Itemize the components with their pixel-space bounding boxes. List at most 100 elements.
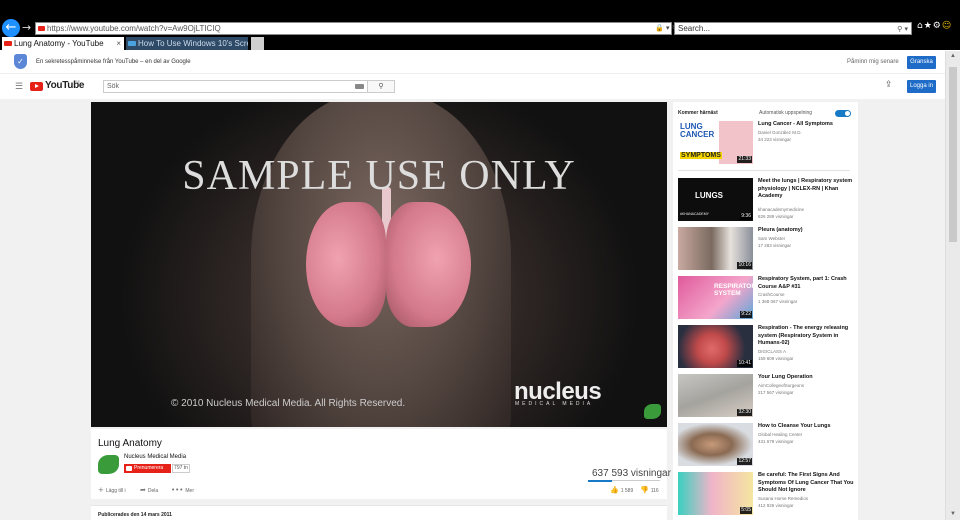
video-title[interactable]: Be careful: The First Signs And Symptoms… <box>758 472 854 495</box>
video-title: Lung Anatomy <box>98 438 162 449</box>
address-bar[interactable]: https://www.youtube.com/watch?v=Aw9OjLTI… <box>35 22 672 35</box>
search-button[interactable]: ⚲ <box>367 80 395 93</box>
suggested-video[interactable]: 12:57 How to Cleanse Your Lungs Global H… <box>678 423 854 468</box>
channel-name[interactable]: Nucleus Medical Media <box>124 454 186 460</box>
tab-youtube[interactable]: Lung Anatomy - YouTube × <box>2 37 124 50</box>
smiley-icon[interactable]: ☺ <box>942 21 952 31</box>
video-thumbnail[interactable]: 12:57 <box>678 423 753 466</box>
share-button[interactable]: ➦ Dela <box>140 486 158 494</box>
video-thumbnail[interactable]: 10:41 <box>678 325 753 368</box>
scrollbar[interactable]: ▲ ▼ <box>945 51 960 520</box>
search-icon[interactable]: ⚲ ▾ <box>897 23 908 35</box>
add-to-label: Lägg till i <box>105 488 126 494</box>
upload-icon[interactable]: ⇪ <box>885 80 893 90</box>
suggested-video[interactable]: 10:16 Pleura (anatomy) Sam Webster 17 28… <box>678 227 854 272</box>
video-title[interactable]: How to Cleanse Your Lungs <box>758 423 854 431</box>
up-next-heading: Kommer härnäst <box>678 110 718 116</box>
search-input[interactable]: Sök <box>103 80 368 93</box>
video-views: 1 368 067 visningar <box>758 299 798 304</box>
video-channel: DIGICLASS A <box>758 349 787 354</box>
youtube-logo-icon[interactable] <box>30 82 43 91</box>
video-channel: CrashCourse <box>758 292 785 297</box>
region-label: SE <box>75 79 81 84</box>
video-player[interactable]: SAMPLE USE ONLY © 2010 Nucleus Medical M… <box>91 102 667 427</box>
subscriber-count: 797 tn <box>172 464 190 473</box>
video-duration: 9:22 <box>740 311 752 318</box>
youtube-favicon-icon <box>38 26 45 31</box>
new-tab-button[interactable] <box>251 37 264 50</box>
home-icon[interactable]: ⌂ <box>917 21 924 31</box>
video-channel: Global Healing Center <box>758 432 803 437</box>
video-title[interactable]: Respiration - The energy releasing syste… <box>758 325 854 348</box>
video-title[interactable]: Meet the lungs | Respiratory system phys… <box>758 178 854 201</box>
video-thumbnail[interactable]: 10:16 <box>678 227 753 270</box>
video-duration: 10:16 <box>737 262 752 269</box>
video-title[interactable]: Pleura (anatomy) <box>758 227 854 235</box>
back-arrow-icon[interactable]: ← <box>2 19 20 37</box>
suggested-video[interactable]: 10:41 Respiration - The energy releasing… <box>678 325 854 370</box>
browser-search-input[interactable]: Search... ⚲ ▾ <box>674 22 912 35</box>
suggested-video[interactable]: LUNGS #KHANACADEMY 9:36 Meet the lungs |… <box>678 178 854 223</box>
like-button[interactable]: 👍 1 589 <box>610 486 633 494</box>
dislike-button[interactable]: 👎 116 <box>640 486 659 494</box>
scroll-down-icon[interactable]: ▼ <box>950 511 956 517</box>
video-thumbnail[interactable]: LUNGS #KHANACADEMY 9:36 <box>678 178 753 221</box>
video-channel: Sam Webster <box>758 236 786 241</box>
video-title[interactable]: Respiratory System, part 1: Crash Course… <box>758 276 854 291</box>
video-title[interactable]: Lung Cancer - All Symptoms <box>758 121 854 129</box>
toolbar-icons: ⌂★⚙☺ <box>917 21 952 31</box>
suggested-video[interactable]: 32:30 Your Lung Operation AimCollegeofSu… <box>678 374 854 419</box>
gear-icon[interactable]: ⚙ <box>933 21 942 31</box>
more-dots-icon: ••• <box>171 486 184 494</box>
video-thumbnail[interactable]: 5:05 <box>678 472 753 515</box>
publish-date: Publicerades den 14 mars 2011 <box>98 512 172 518</box>
channel-avatar[interactable] <box>98 455 119 474</box>
suggested-video[interactable]: LUNG CANCER SYMPTOMS 21:33 Lung Cancer -… <box>678 121 854 166</box>
video-thumbnail[interactable]: LUNG CANCER SYMPTOMS 21:33 <box>678 121 753 164</box>
nucleus-n-icon <box>644 404 661 419</box>
autoplay-toggle[interactable] <box>835 110 851 117</box>
video-views: 431 678 visningar <box>758 439 794 444</box>
video-duration: 10:41 <box>737 360 752 367</box>
browser-search-placeholder: Search... <box>678 24 711 33</box>
copyright-text: © 2010 Nucleus Medical Media. All Rights… <box>171 398 406 409</box>
review-button[interactable]: Granska <box>907 56 936 69</box>
thumbs-up-icon: 👍 <box>610 486 619 494</box>
page-favicon-icon <box>128 41 136 46</box>
scrollbar-thumb[interactable] <box>949 67 957 242</box>
close-tab-icon[interactable]: × <box>116 37 121 50</box>
keyboard-icon[interactable] <box>355 84 364 89</box>
video-duration: 5:05 <box>740 507 752 514</box>
video-title[interactable]: Your Lung Operation <box>758 374 854 382</box>
video-channel: khanacademymedicine <box>758 207 805 212</box>
video-channel: AimCollegeofSurgeons <box>758 383 805 388</box>
video-thumbnail[interactable]: 32:30 <box>678 374 753 417</box>
forward-arrow-icon[interactable]: → <box>22 21 31 34</box>
more-button[interactable]: ••• Mer <box>171 486 194 494</box>
star-icon[interactable]: ★ <box>924 21 933 31</box>
tab-label: How To Use Windows 10's Scre... <box>138 39 248 48</box>
video-views: 826 289 visningar <box>758 214 794 219</box>
dislike-count: 116 <box>650 488 659 494</box>
hamburger-menu-icon[interactable]: ☰ <box>15 81 23 92</box>
video-channel: Susana Home Remedios <box>758 496 809 501</box>
video-duration: 9:36 <box>740 213 752 220</box>
thumbnail-subtext: #KHANACADEMY <box>680 212 709 216</box>
video-thumbnail[interactable]: RESPIRATORY SYSTEM 9:22 <box>678 276 753 319</box>
tab-howto[interactable]: How To Use Windows 10's Scre... <box>126 37 248 50</box>
scroll-up-icon[interactable]: ▲ <box>950 53 956 59</box>
add-to-button[interactable]: + Lägg till i <box>98 486 126 494</box>
sample-watermark: SAMPLE USE ONLY <box>182 153 576 199</box>
video-views: 159 609 visningar <box>758 356 794 361</box>
plus-icon: + <box>98 486 104 494</box>
video-duration: 12:57 <box>737 458 752 465</box>
subscribe-button[interactable]: Prenumerera <box>124 464 171 473</box>
thumbnail-text: RESPIRATORY SYSTEM <box>714 283 753 297</box>
thumbnail-subtext: SYMPTOMS <box>680 152 722 159</box>
video-views: 412 926 visningar <box>758 503 794 508</box>
login-button[interactable]: Logga in <box>907 80 936 93</box>
remind-later-link[interactable]: Påminn mig senare <box>847 59 899 65</box>
divider <box>678 170 850 171</box>
suggested-video[interactable]: RESPIRATORY SYSTEM 9:22 Respiratory Syst… <box>678 276 854 321</box>
suggested-video[interactable]: 5:05 Be careful: The First Signs And Sym… <box>678 472 854 517</box>
